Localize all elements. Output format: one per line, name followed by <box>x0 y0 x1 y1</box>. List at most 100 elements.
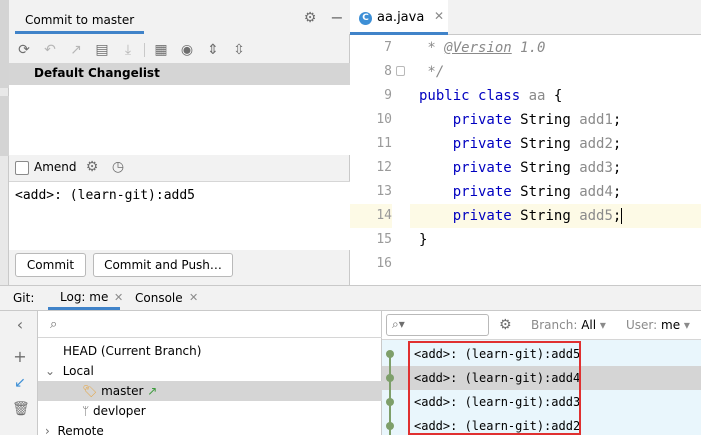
user-filter-label: User: <box>626 318 658 332</box>
keyword: public <box>419 88 470 104</box>
comment-text: 1.0 <box>511 40 546 56</box>
shelve-icon[interactable]: ⤓ <box>119 41 137 59</box>
branch-master-label: master <box>101 384 144 398</box>
branch-search-input[interactable]: ⌕ <box>38 311 382 338</box>
code-editor: C aa.java ✕ 7 8 9 10 11 12 13 14 15 16 *… <box>350 0 701 285</box>
commit-toolbar: ⟳ ↶ ↗ ▤ ⤓ ▦ ◉ ⇕ ⇳ <box>9 37 350 63</box>
type-name: String <box>520 208 571 224</box>
amend-checkbox[interactable] <box>15 161 29 175</box>
code-text: ; <box>612 160 622 176</box>
comment-text: */ <box>419 64 445 80</box>
close-icon[interactable]: ✕ <box>189 291 198 304</box>
commit-row[interactable]: <add>: (learn-git):add2 <box>382 414 701 435</box>
update-icon[interactable]: ↗ <box>67 41 85 59</box>
log-search-input[interactable]: ⌕▾ <box>386 314 489 336</box>
java-class-icon: C <box>359 12 372 25</box>
checkout-arrow-icon[interactable]: ↙ <box>12 375 28 391</box>
branch-filter[interactable]: Branch: All ▾ <box>531 318 606 332</box>
code-line: private String add1; <box>410 108 701 132</box>
tab-console[interactable]: Console <box>135 291 183 305</box>
close-icon[interactable]: ✕ <box>434 9 444 23</box>
fold-marker-icon[interactable] <box>396 66 405 76</box>
file-tab-label: aa.java <box>377 10 425 25</box>
branch-master[interactable]: 🏷 master ↗ <box>38 381 382 401</box>
eye-icon[interactable]: ◉ <box>178 41 196 59</box>
keyword: private <box>452 136 512 152</box>
branch-group-remote[interactable]: › Remote <box>38 421 382 435</box>
line-number-current: 14 <box>350 204 392 228</box>
commit-options-gear-icon[interactable]: ⚙ <box>83 158 101 176</box>
code-line: */ <box>410 60 701 84</box>
commit-row[interactable]: <add>: (learn-git):add3 <box>382 390 701 414</box>
keyword: private <box>452 112 512 128</box>
line-number: 11 <box>376 136 392 151</box>
code-area[interactable]: * @Version 1.0 */ public class aa { priv… <box>410 36 701 285</box>
branch-filter-label: Branch: <box>531 318 578 332</box>
commit-message: <add>: (learn-git):add3 <box>414 395 581 409</box>
expand-all-icon[interactable]: ⇕ <box>204 41 222 59</box>
branch-filter-value: All <box>581 318 597 332</box>
branch-group-local-label: Local <box>62 364 94 378</box>
chevron-down-icon[interactable]: ⌄ <box>45 364 55 378</box>
branch-group-local[interactable]: ⌄ Local <box>38 361 382 381</box>
strip-tab-project[interactable] <box>0 0 9 88</box>
line-number: 9 <box>384 88 392 103</box>
collapse-all-icon[interactable]: ⇳ <box>230 41 248 59</box>
branch-head-label: HEAD (Current Branch) <box>63 344 202 358</box>
log-settings-gear-icon[interactable]: ⚙ <box>499 317 512 333</box>
line-number: 15 <box>376 232 392 247</box>
delete-icon[interactable]: 🗑 <box>12 401 30 417</box>
commit-message-field[interactable]: <add>: (learn-git):add5 <box>9 181 350 250</box>
commit-and-push-button[interactable]: Commit and Push… <box>93 253 233 277</box>
show-diff-icon[interactable]: ▤ <box>93 41 111 59</box>
line-number: 7 <box>384 40 392 55</box>
group-by-icon[interactable]: ▦ <box>152 41 170 59</box>
minimize-icon[interactable]: − <box>329 10 345 26</box>
branch-head[interactable]: HEAD (Current Branch) <box>38 341 382 361</box>
gear-icon[interactable]: ⚙ <box>302 10 318 26</box>
line-number: 13 <box>376 184 392 199</box>
tab-log[interactable]: Log: me <box>48 286 121 310</box>
graph-dot <box>386 350 394 358</box>
keyword: private <box>452 160 512 176</box>
amend-label[interactable]: Amend <box>34 160 77 174</box>
strip-tab-commit[interactable] <box>0 96 9 156</box>
commit-row[interactable]: <add>: (learn-git):add4 <box>382 366 701 390</box>
code-text: { <box>545 88 563 104</box>
line-number: 10 <box>376 112 392 127</box>
type-name: String <box>520 160 571 176</box>
refresh-icon[interactable]: ⟳ <box>15 41 33 59</box>
commit-buttons: Commit Commit and Push… <box>9 250 350 285</box>
branch-devloper-label: devloper <box>93 404 146 418</box>
tool-window-strip <box>0 0 9 285</box>
rollback-icon[interactable]: ↶ <box>41 41 59 59</box>
user-filter[interactable]: User: me ▾ <box>626 318 690 332</box>
keyword: class <box>478 88 521 104</box>
tab-aa-java[interactable]: C aa.java ✕ <box>350 0 448 35</box>
commit-button[interactable]: Commit <box>15 253 86 277</box>
add-icon[interactable]: + <box>12 349 28 365</box>
commit-title-tab[interactable]: Commit to master <box>15 8 145 34</box>
class-name: aa <box>528 88 546 104</box>
keyword: private <box>452 208 512 224</box>
code-text: ; <box>612 184 622 200</box>
history-clock-icon[interactable]: ◷ <box>109 158 127 176</box>
commit-message: <add>: (learn-git):add5 <box>414 347 581 361</box>
close-icon[interactable]: ✕ <box>114 291 123 304</box>
code-text: ; <box>612 136 622 152</box>
branch-devloper[interactable]: ᛘ devloper <box>38 401 382 421</box>
branch-group-remote-label: Remote <box>57 424 104 435</box>
field-name: add5 <box>579 208 613 224</box>
tag-icon: 🏷 <box>82 384 98 398</box>
commit-header: Commit to master ⚙ − <box>9 0 350 34</box>
chevron-right-icon[interactable]: › <box>45 424 50 435</box>
line-number: 16 <box>376 256 392 271</box>
default-changelist[interactable]: Default Changelist <box>9 63 350 85</box>
commit-row[interactable]: <add>: (learn-git):add5 <box>382 342 701 366</box>
tracking-arrow-icon: ↗ <box>147 384 158 398</box>
toolbar-separator <box>144 43 145 57</box>
chevron-left-icon[interactable]: ‹ <box>12 317 28 333</box>
git-tool-window-tabs: Git: Log: me ✕ Console ✕ <box>0 285 701 311</box>
